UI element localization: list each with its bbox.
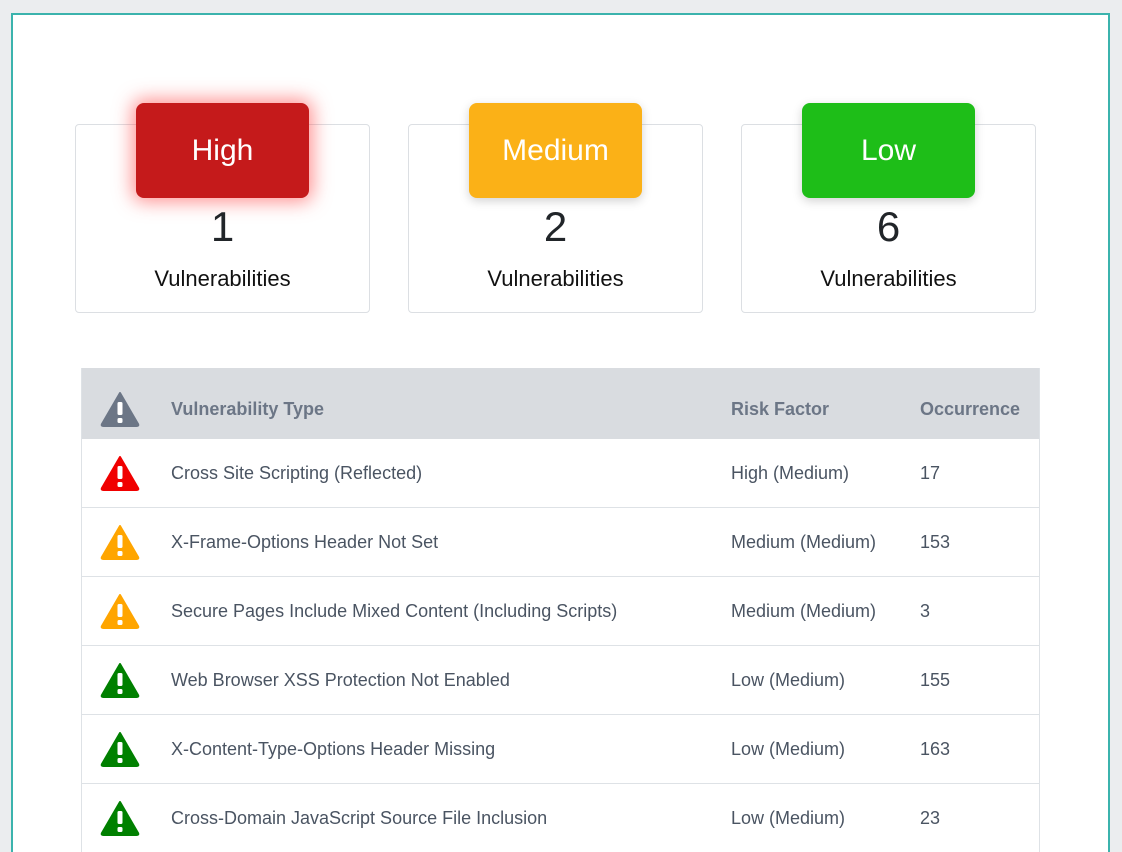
medium-badge: Medium bbox=[469, 103, 642, 198]
column-header-type: Vulnerability Type bbox=[171, 398, 325, 419]
occurrence-count: 3 bbox=[920, 600, 931, 621]
vulnerability-type: X-Frame-Options Header Not Set bbox=[171, 531, 439, 552]
risk-factor: Medium (Medium) bbox=[731, 600, 877, 621]
risk-factor: Low (Medium) bbox=[731, 669, 846, 690]
occurrence-count: 153 bbox=[920, 531, 951, 552]
occurrence-count: 163 bbox=[920, 738, 951, 759]
table-row: X-Content-Type-Options Header Missing Low… bbox=[82, 715, 1039, 784]
high-count: 1 bbox=[210, 203, 235, 250]
high-warning-icon bbox=[100, 456, 140, 491]
column-header-risk: Risk Factor bbox=[731, 398, 830, 419]
occurrence-count: 23 bbox=[920, 807, 941, 828]
high-count-label: Vulnerabilities bbox=[154, 266, 291, 291]
risk-factor: Low (Medium) bbox=[731, 807, 846, 828]
risk-factor: Low (Medium) bbox=[731, 738, 846, 759]
medium-warning-icon bbox=[100, 594, 140, 629]
low-warning-icon bbox=[100, 732, 140, 767]
high-badge: High bbox=[136, 103, 309, 198]
table-row: Cross-Domain JavaScript Source File Incl… bbox=[82, 784, 1039, 852]
vulnerability-type: Cross Site Scripting (Reflected) bbox=[171, 462, 423, 483]
table-row: Cross Site Scripting (Reflected) High (Me… bbox=[82, 439, 1039, 508]
low-badge: Low bbox=[802, 103, 975, 198]
column-header-occurrence: Occurrence bbox=[920, 398, 1021, 419]
risk-factor: Medium (Medium) bbox=[731, 531, 877, 552]
occurrence-count: 155 bbox=[920, 669, 951, 690]
low-count-label: Vulnerabilities bbox=[820, 266, 957, 291]
table-row: X-Frame-Options Header Not Set Medium (Me… bbox=[82, 508, 1039, 577]
low-warning-icon bbox=[100, 663, 140, 698]
table-header: Vulnerability Type Risk Factor Occurrenc… bbox=[82, 368, 1039, 439]
vulnerability-table: Vulnerability Type Risk Factor Occurrenc… bbox=[81, 368, 1040, 852]
table-row: Secure Pages Include Mixed Content (Incl… bbox=[82, 577, 1039, 646]
vulnerability-type: X-Content-Type-Options Header Missing bbox=[171, 738, 496, 759]
warning-icon bbox=[100, 392, 140, 427]
low-count: 6 bbox=[876, 203, 901, 250]
medium-count-label: Vulnerabilities bbox=[487, 266, 624, 291]
low-warning-icon bbox=[100, 801, 140, 836]
medium-warning-icon bbox=[100, 525, 140, 560]
vulnerability-type: Cross-Domain JavaScript Source File Incl… bbox=[171, 807, 548, 828]
medium-count: 2 bbox=[543, 203, 568, 250]
table-row: Web Browser XSS Protection Not Enabled Lo… bbox=[82, 646, 1039, 715]
vulnerability-type: Secure Pages Include Mixed Content (Incl… bbox=[171, 600, 618, 621]
vulnerability-type: Web Browser XSS Protection Not Enabled bbox=[171, 669, 510, 690]
risk-factor: High (Medium) bbox=[731, 462, 850, 483]
occurrence-count: 17 bbox=[920, 462, 941, 483]
